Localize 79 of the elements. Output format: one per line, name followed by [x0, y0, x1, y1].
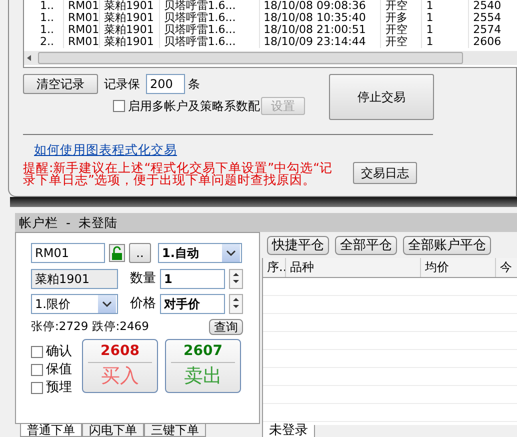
table-cell: 贝塔呼雷1.6... — [160, 0, 260, 12]
price-limits-text: 张停:2729 跌停:2469 — [31, 318, 149, 335]
buy-button[interactable]: 2608 买入 — [82, 339, 158, 394]
table-cell: 贝塔呼雷1.6... — [160, 12, 260, 24]
price-label: 价格 — [130, 295, 156, 314]
table-cell: RM01 — [64, 12, 100, 24]
table-cell: 1 — [422, 36, 470, 48]
table-cell: 菜粕1901 — [100, 36, 160, 48]
table-cell: 18/10/08 10:35:40 — [260, 12, 382, 24]
table-cell: 菜粕1901 — [100, 24, 160, 36]
table-cell: 菜粕1901 — [100, 0, 160, 12]
quantity-field[interactable]: 1 — [160, 269, 225, 289]
table-cell: 开空 — [381, 36, 422, 48]
table-cell: 开多 — [381, 12, 422, 24]
column-header: 品种 — [286, 258, 421, 277]
order-tab[interactable]: 三键下单 — [144, 424, 206, 437]
records-unit-label: 条 — [188, 76, 200, 93]
up-down-icon — [232, 295, 240, 311]
close-position-button[interactable]: 快捷平仓 — [267, 236, 329, 255]
stop-trading-button[interactable]: 停止交易 — [329, 74, 434, 120]
column-header: 均价 — [421, 258, 496, 277]
close-position-button[interactable]: 全部平仓 — [335, 236, 397, 255]
price-type-dropdown[interactable]: 1.限价 — [31, 294, 118, 314]
table-cell: 1.. — [24, 12, 64, 24]
warning-text: 提醒:新手建议在上述“程式化交易下单设置”中勾选“记录下单日志”选项，便于出现下单问题时查找原因。 — [23, 162, 334, 186]
table-cell: 18/10/09 23:14:44 — [260, 36, 382, 48]
table-cell: 1 — [422, 12, 470, 24]
option-label: 预埋 — [46, 379, 72, 396]
table-cell: 2.. — [24, 36, 64, 48]
column-header: 今 — [496, 258, 517, 277]
table-cell: 开空 — [381, 24, 422, 36]
order-tab[interactable]: 闪电下单 — [82, 424, 144, 437]
checkbox[interactable] — [31, 382, 43, 394]
contract-name-field: 菜粕1901 — [31, 269, 118, 289]
table-cell: 菜粕1901 — [100, 12, 160, 24]
contract-field[interactable]: RM01 — [31, 243, 105, 263]
option-label: 保值 — [46, 361, 72, 378]
table-cell: RM01 — [64, 24, 100, 36]
close-position-button[interactable]: 全部账户平仓 — [403, 236, 491, 255]
checkbox[interactable] — [113, 100, 125, 112]
price-field[interactable]: 对手价 — [160, 294, 225, 314]
keep-records-label: 记录保 — [104, 76, 140, 93]
help-link[interactable]: 如何使用图表程式化交易 — [34, 142, 177, 157]
table-cell: 2540 — [469, 0, 517, 12]
table-cell: 18/10/08 21:00:51 — [260, 24, 382, 36]
table-cell: 2554 — [469, 12, 517, 24]
more-button[interactable]: .. — [129, 243, 151, 263]
spin-buttons[interactable] — [229, 269, 243, 289]
quantity-label: 数量 — [130, 270, 156, 288]
table-cell: 1 — [422, 24, 470, 36]
keep-count-field[interactable]: 200 — [146, 74, 185, 94]
table-cell: RM01 — [64, 0, 100, 12]
up-down-icon — [232, 270, 240, 286]
horizontal-scrollbar[interactable] — [24, 51, 517, 65]
checkbox[interactable] — [31, 346, 43, 358]
table-cell: RM01 — [64, 36, 100, 48]
option-label: 确认 — [46, 343, 72, 360]
table-cell: 贝塔呼雷1.6... — [160, 24, 260, 36]
table-cell: 1 — [422, 0, 470, 12]
spin-buttons[interactable] — [229, 294, 243, 314]
column-header: 序.. — [263, 258, 286, 277]
table-cell: 1.. — [24, 24, 64, 36]
unlock-icon[interactable] — [109, 244, 125, 262]
table-cell: 2606 — [469, 36, 517, 48]
order-tab[interactable]: 普通下单 — [20, 424, 82, 437]
table-cell: 贝塔呼雷1.6... — [160, 36, 260, 48]
account-bar-title: 帐户栏 - 未登陆 — [15, 213, 517, 232]
trade-log-button[interactable]: 交易日志 — [353, 162, 417, 184]
table-cell: 18/10/08 09:08:36 — [260, 0, 382, 12]
query-button[interactable]: 查询 — [209, 318, 243, 335]
multi-account-label: 启用多帐户及策略系数配 — [128, 98, 259, 115]
sell-button[interactable]: 2607 卖出 — [165, 339, 241, 394]
table-cell: 1.. — [24, 0, 64, 12]
checkbox[interactable] — [31, 364, 43, 376]
table-cell: 开空 — [381, 0, 422, 12]
table-cell: 2574 — [469, 24, 517, 36]
position-tab[interactable]: 未登录 — [262, 425, 315, 437]
clear-records-button[interactable]: 清空记录 — [23, 74, 98, 94]
mode-dropdown[interactable]: 1.自动 — [158, 243, 242, 263]
